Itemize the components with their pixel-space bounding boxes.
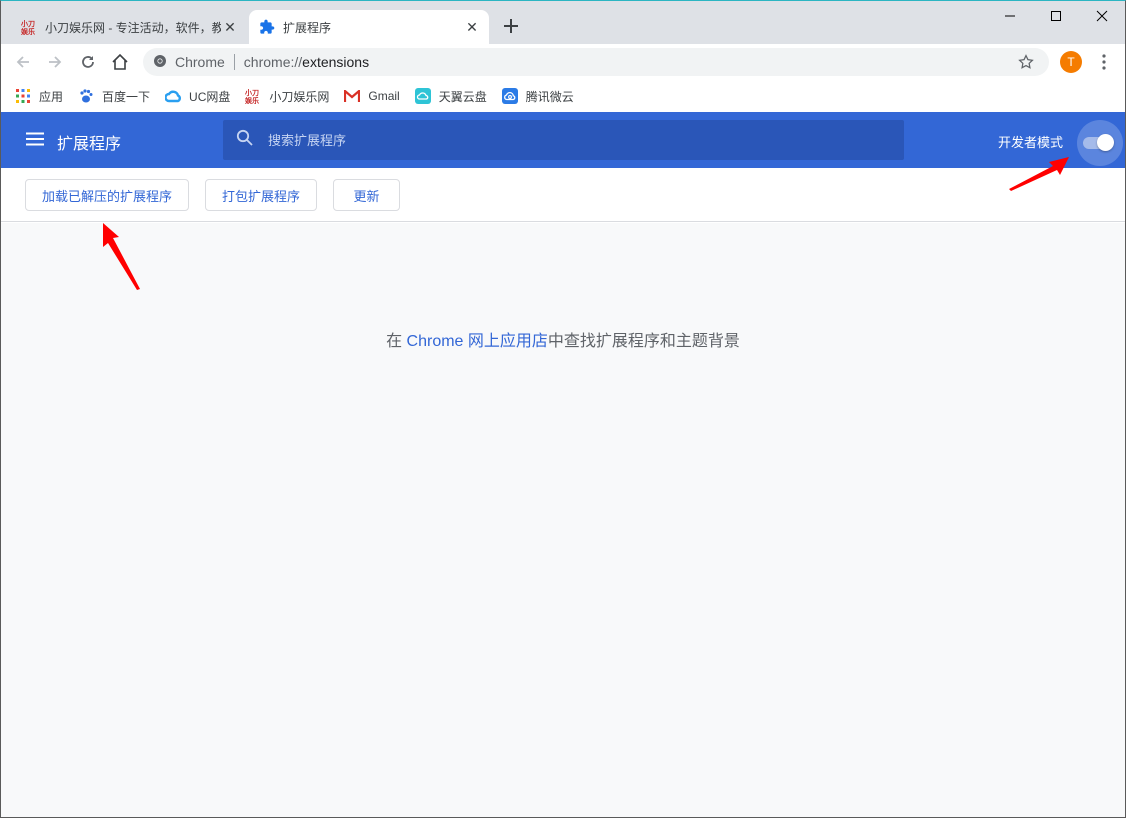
tab-title: 小刀娱乐网 - 专注活动，软件，教 xyxy=(45,20,221,35)
more-vert-icon xyxy=(1102,54,1106,70)
reload-button[interactable] xyxy=(76,50,100,74)
tab-extensions[interactable]: 扩展程序 ✕ xyxy=(249,10,489,44)
update-button[interactable]: 更新 xyxy=(333,179,400,211)
bookmark-tianyi[interactable]: 天翼云盘 xyxy=(414,84,487,108)
developer-toolbar: 加载已解压的扩展程序 打包扩展程序 更新 xyxy=(1,168,1125,222)
svg-text:娱乐: 娱乐 xyxy=(21,27,35,35)
tab-strip: 小刀 娱乐 小刀娱乐网 - 专注活动，软件，教 ✕ 扩展程序 ✕ xyxy=(1,1,1125,44)
xiaodao-logo-icon: 小刀 娱乐 xyxy=(20,19,37,36)
bookmark-label: 百度一下 xyxy=(102,89,151,104)
developer-mode-label: 开发者模式 xyxy=(998,135,1064,150)
forward-button[interactable] xyxy=(43,50,67,74)
tianyi-cloud-icon xyxy=(414,88,431,104)
empty-state-message: 在 Chrome 网上应用店中查找扩展程序和主题背景 xyxy=(1,327,1125,351)
profile-avatar[interactable]: T xyxy=(1060,51,1082,73)
home-icon xyxy=(112,53,128,70)
browser-window: 小刀 娱乐 小刀娱乐网 - 专注活动，软件，教 ✕ 扩展程序 ✕ Chrome … xyxy=(0,0,1126,818)
bookmark-label: Gmail xyxy=(368,89,400,103)
forward-arrow-icon xyxy=(49,56,62,68)
toggle-knob xyxy=(1097,134,1114,151)
search-input[interactable] xyxy=(268,132,868,148)
new-tab-button[interactable] xyxy=(501,16,521,36)
close-window-button[interactable] xyxy=(1079,1,1125,31)
empty-prefix: 在 xyxy=(386,333,407,350)
back-arrow-icon xyxy=(16,56,29,68)
bookmark-gmail[interactable]: Gmail xyxy=(344,84,400,108)
page-title: 扩展程序 xyxy=(57,136,122,153)
pack-extension-button[interactable]: 打包扩展程序 xyxy=(205,179,317,211)
apps-grid-icon xyxy=(15,88,31,104)
browser-toolbar: Chrome chrome://extensions T xyxy=(1,44,1125,80)
bookmark-label: 天翼云盘 xyxy=(438,89,487,104)
search-icon xyxy=(236,129,254,152)
tab-xiaodao[interactable]: 小刀 娱乐 小刀娱乐网 - 专注活动，软件，教 ✕ xyxy=(11,10,247,44)
bookmark-star-icon[interactable] xyxy=(1017,53,1035,74)
extensions-main: 在 Chrome 网上应用店中查找扩展程序和主题背景 xyxy=(1,223,1125,817)
search-field[interactable] xyxy=(223,120,904,160)
url-scheme: chrome:// xyxy=(243,54,303,70)
address-bar[interactable]: Chrome chrome://extensions xyxy=(143,48,1049,76)
close-tab-icon[interactable]: ✕ xyxy=(463,18,481,36)
weiyun-icon xyxy=(501,88,518,104)
web-store-link[interactable]: Chrome 网上应用店 xyxy=(407,333,548,350)
hamburger-icon xyxy=(26,132,44,146)
bookmark-xiaodao[interactable]: 小刀 娱乐 小刀娱乐网 xyxy=(245,84,329,108)
svg-text:小刀: 小刀 xyxy=(21,19,35,28)
site-chip: Chrome xyxy=(175,54,225,70)
url-host: extensions xyxy=(302,54,370,70)
plus-icon xyxy=(504,19,518,33)
bookmark-weiyun[interactable]: 腾讯微云 xyxy=(501,84,574,108)
divider xyxy=(233,54,235,70)
main-menu-button[interactable] xyxy=(26,132,44,146)
empty-suffix: 中查找扩展程序和主题背景 xyxy=(547,333,740,350)
bookmark-label: 应用 xyxy=(39,89,64,104)
bookmark-label: UC网盘 xyxy=(189,89,231,104)
minimize-button[interactable] xyxy=(987,1,1033,31)
load-unpacked-button[interactable]: 加载已解压的扩展程序 xyxy=(25,179,189,211)
gmail-icon xyxy=(344,88,361,104)
uc-cloud-icon xyxy=(165,88,181,104)
bookmark-apps[interactable]: 应用 xyxy=(15,84,63,108)
close-tab-icon[interactable]: ✕ xyxy=(221,18,239,36)
svg-text:娱乐: 娱乐 xyxy=(245,96,259,104)
minimize-icon xyxy=(1005,15,1015,17)
reload-icon xyxy=(82,56,94,68)
maximize-icon xyxy=(1051,11,1061,21)
puzzle-icon xyxy=(259,19,275,35)
svg-text:小刀: 小刀 xyxy=(245,88,259,97)
bookmark-label: 小刀娱乐网 xyxy=(269,89,330,104)
home-button[interactable] xyxy=(108,50,132,74)
chrome-menu-button[interactable] xyxy=(1095,50,1113,74)
maximize-button[interactable] xyxy=(1033,1,1079,31)
bookmark-label: 腾讯微云 xyxy=(525,89,574,104)
bookmark-baidu[interactable]: 百度一下 xyxy=(78,84,150,108)
developer-mode-toggle[interactable] xyxy=(1077,120,1123,166)
back-button[interactable] xyxy=(11,50,35,74)
bookmarks-bar: 应用 百度一下 UC网盘 小刀 娱乐 小刀娱乐网 Gmail 天翼云盘 腾讯微云 xyxy=(1,80,1125,112)
annotation-arrow-dev-mode xyxy=(1009,157,1069,191)
chrome-logo-icon xyxy=(153,54,167,71)
bookmark-uc[interactable]: UC网盘 xyxy=(165,84,230,108)
annotation-arrow-load-unpacked xyxy=(103,223,140,290)
baidu-paw-icon xyxy=(78,88,94,104)
close-icon xyxy=(1096,10,1108,22)
window-controls xyxy=(987,1,1125,31)
xiaodao-logo-icon: 小刀 娱乐 xyxy=(245,88,261,104)
extensions-header: 扩展程序 开发者模式 xyxy=(1,112,1125,168)
tab-title: 扩展程序 xyxy=(283,20,332,35)
